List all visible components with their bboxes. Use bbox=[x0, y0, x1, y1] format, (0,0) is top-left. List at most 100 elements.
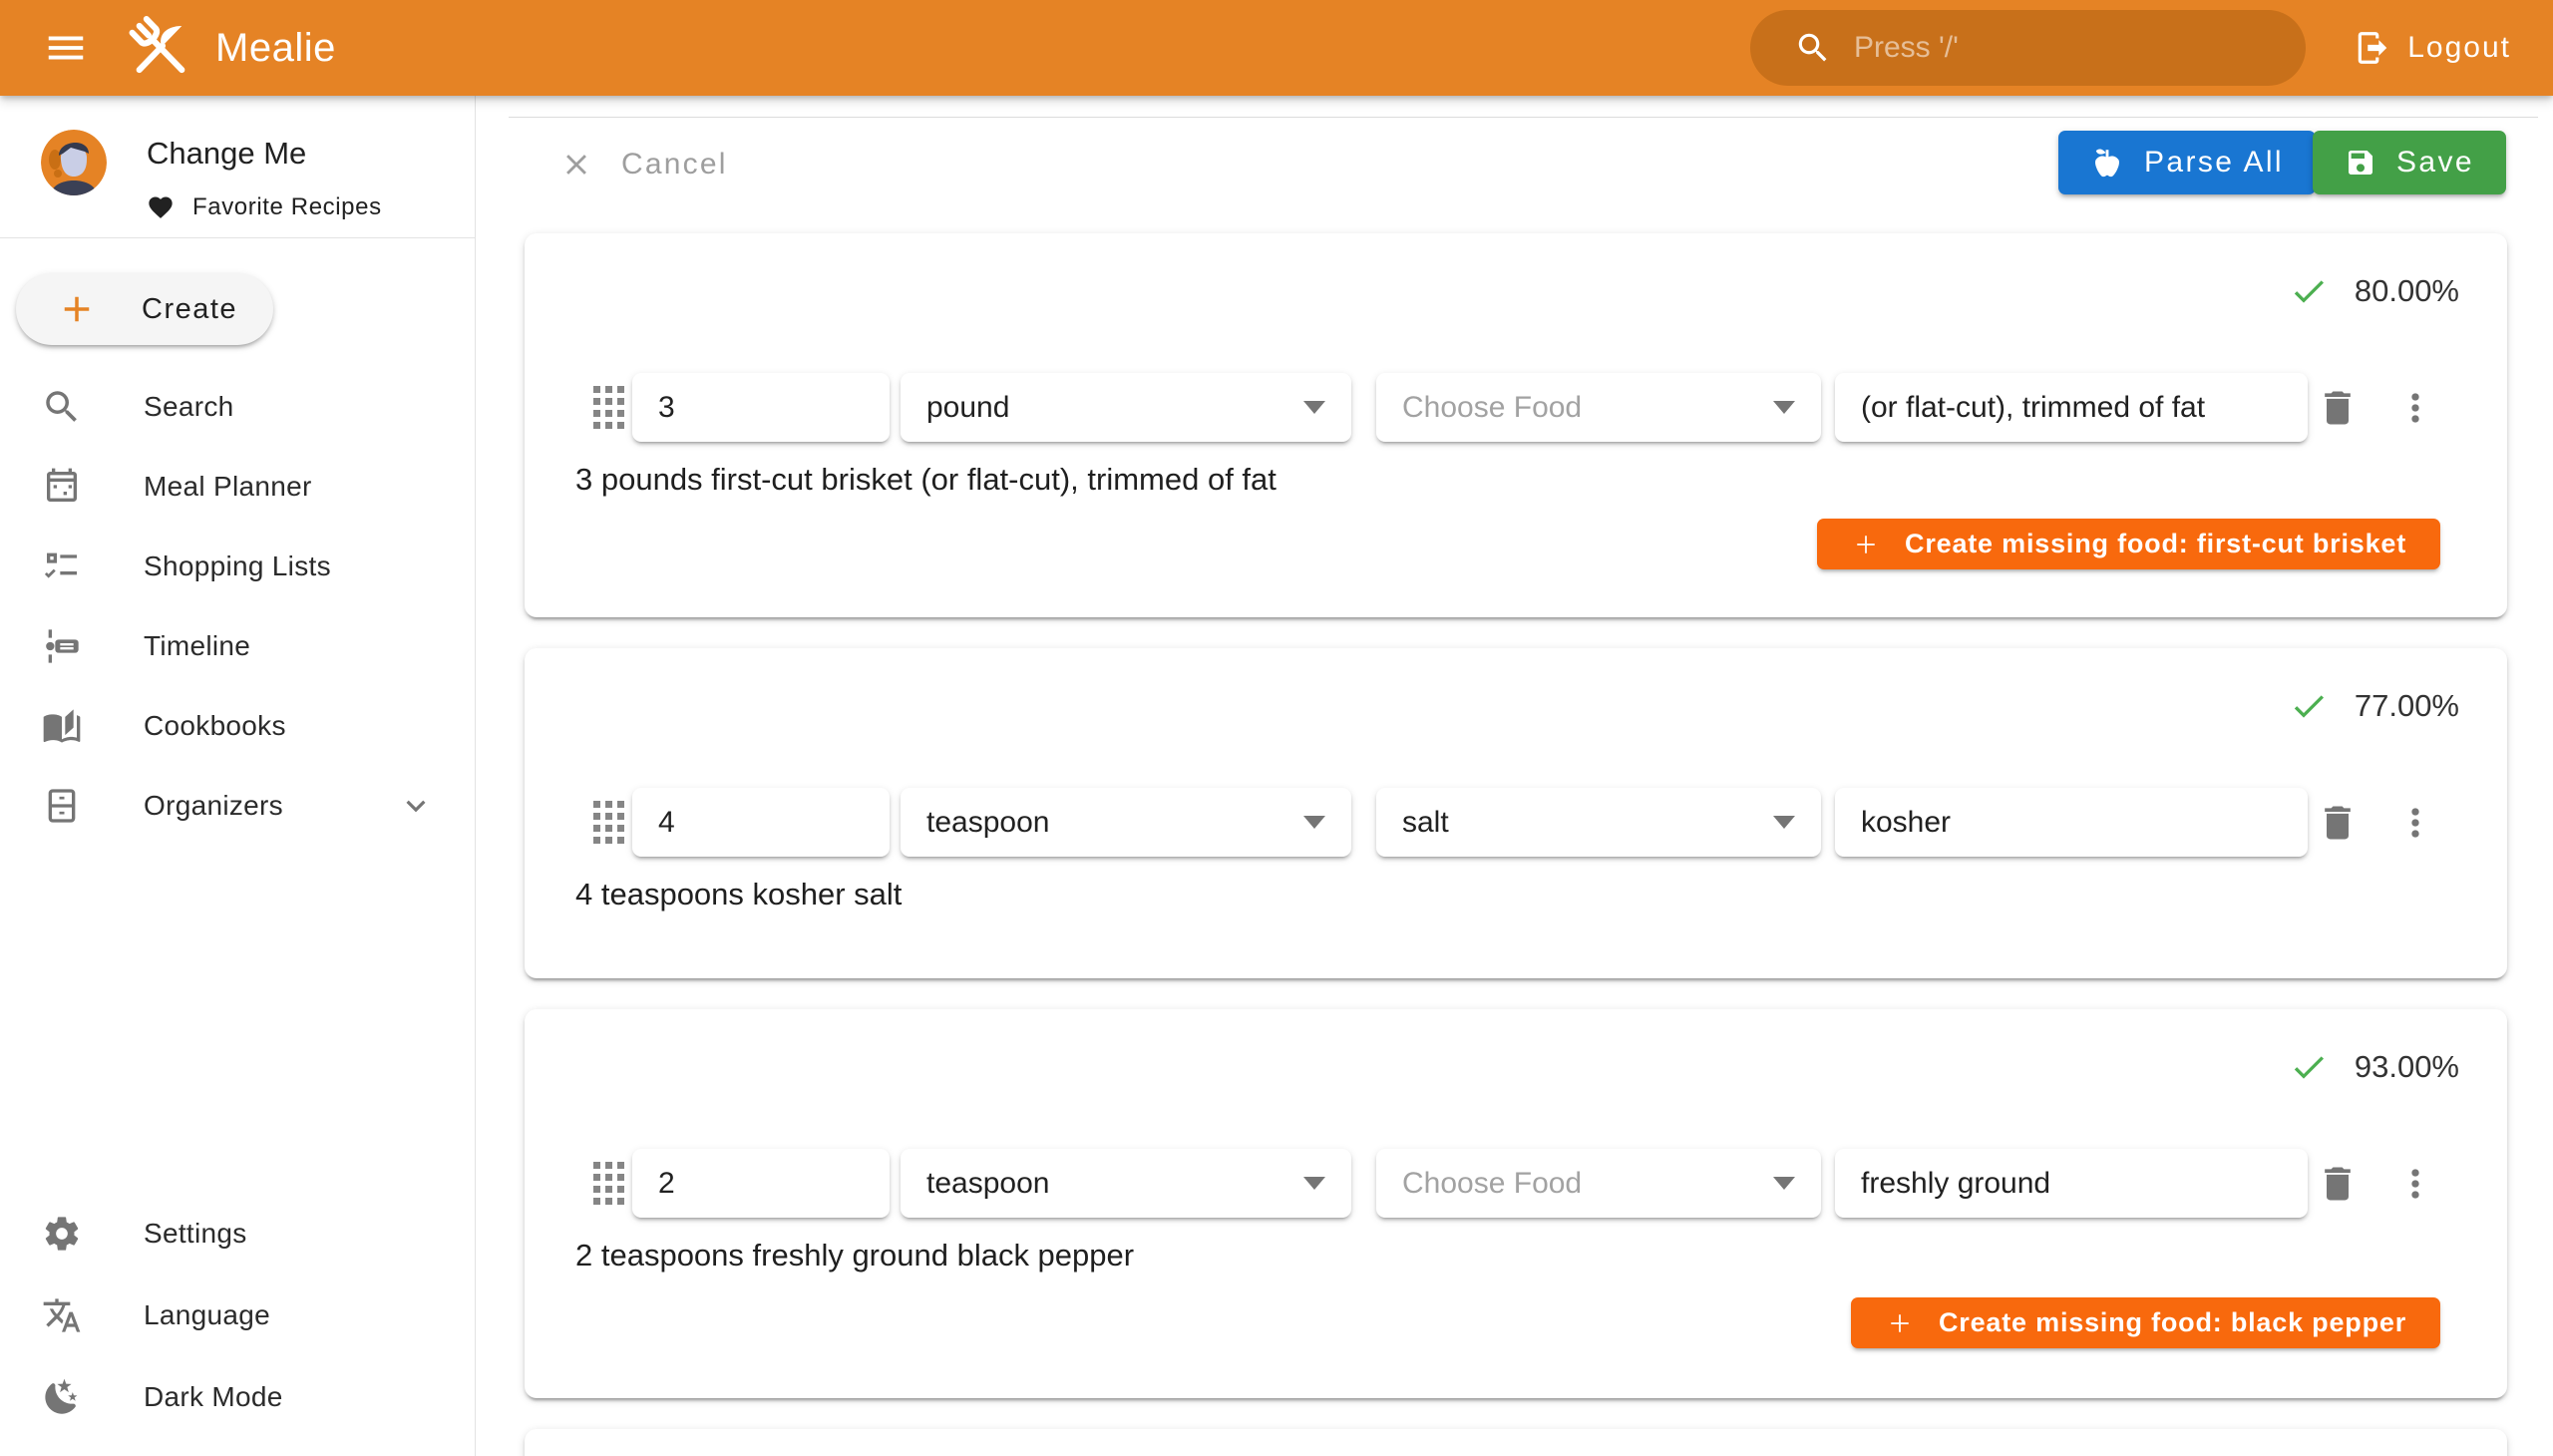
ingredient-card-partial bbox=[525, 1429, 2507, 1456]
unit-select[interactable]: teaspoon bbox=[901, 1149, 1351, 1218]
note-input[interactable] bbox=[1861, 1167, 2282, 1201]
cancel-button[interactable]: Cancel bbox=[546, 136, 742, 193]
quantity-input[interactable] bbox=[658, 806, 864, 840]
unit-value: teaspoon bbox=[926, 1167, 1049, 1201]
confidence-badge: 77.00% bbox=[2289, 686, 2459, 726]
search-input[interactable] bbox=[1854, 31, 2276, 65]
check-icon bbox=[2289, 271, 2329, 311]
confidence-value: 93.00% bbox=[2355, 1049, 2459, 1085]
kebab-icon bbox=[2393, 1162, 2437, 1206]
note-input[interactable] bbox=[1861, 806, 2282, 840]
quantity-field[interactable] bbox=[632, 788, 890, 857]
translate-icon bbox=[42, 1295, 82, 1335]
save-label: Save bbox=[2396, 146, 2474, 180]
more-options-button[interactable] bbox=[2393, 1162, 2437, 1206]
ingredient-card: 77.00% teaspoon salt bbox=[525, 648, 2507, 978]
main-content: Cancel Parse All Save 80.00% bbox=[476, 96, 2553, 1456]
food-select[interactable]: salt bbox=[1376, 788, 1821, 857]
food-select[interactable]: Choose Food bbox=[1376, 1149, 1821, 1218]
parse-all-button[interactable]: Parse All bbox=[2058, 131, 2316, 194]
favorites-label: Favorite Recipes bbox=[192, 193, 382, 221]
create-missing-food-label: Create missing food: black pepper bbox=[1939, 1307, 2406, 1338]
plus-icon bbox=[1851, 530, 1881, 559]
original-ingredient-text: 4 teaspoons kosher salt bbox=[575, 877, 902, 912]
chevron-down-icon[interactable] bbox=[397, 787, 435, 825]
drag-handle-icon[interactable] bbox=[593, 801, 624, 844]
original-ingredient-text: 3 pounds first-cut brisket (or flat-cut)… bbox=[575, 462, 1276, 498]
sidebar: Change Me Favorite Recipes Create Search… bbox=[0, 96, 476, 1456]
moon-icon bbox=[42, 1377, 82, 1417]
logout-button[interactable]: Logout bbox=[2342, 0, 2523, 96]
sidebar-nav: Search Meal Planner Shopping Lists Timel… bbox=[0, 367, 475, 846]
note-field[interactable] bbox=[1835, 1149, 2308, 1218]
sidebar-item-cookbooks[interactable]: Cookbooks bbox=[0, 686, 475, 766]
sidebar-item-search[interactable]: Search bbox=[0, 367, 475, 447]
favorite-recipes-link[interactable]: Favorite Recipes bbox=[147, 193, 382, 221]
sidebar-item-dark-mode[interactable]: Dark Mode bbox=[0, 1356, 475, 1438]
save-button[interactable]: Save bbox=[2313, 131, 2506, 194]
sidebar-item-language[interactable]: Language bbox=[0, 1274, 475, 1356]
quantity-field[interactable] bbox=[632, 1149, 890, 1218]
drag-handle-icon[interactable] bbox=[593, 386, 624, 429]
food-select[interactable]: Choose Food bbox=[1376, 373, 1821, 442]
note-field[interactable] bbox=[1835, 788, 2308, 857]
sidebar-footer-nav: Settings Language Dark Mode bbox=[0, 1193, 475, 1438]
heart-icon bbox=[147, 193, 175, 221]
sidebar-item-label: Organizers bbox=[144, 790, 283, 822]
caret-down-icon bbox=[1303, 401, 1325, 414]
quantity-input[interactable] bbox=[658, 1167, 864, 1201]
confidence-value: 77.00% bbox=[2355, 688, 2459, 724]
drag-handle-icon[interactable] bbox=[593, 1162, 624, 1205]
sidebar-item-label: Settings bbox=[144, 1218, 247, 1250]
caret-down-icon bbox=[1773, 401, 1795, 414]
timeline-icon bbox=[42, 626, 82, 666]
create-missing-food-button[interactable]: Create missing food: first-cut brisket bbox=[1817, 519, 2440, 569]
checklist-icon bbox=[42, 546, 82, 586]
user-text: Change Me Favorite Recipes bbox=[147, 130, 382, 221]
app-bar: Mealie Logout bbox=[0, 0, 2553, 96]
calendar-icon bbox=[42, 467, 82, 507]
avatar[interactable] bbox=[41, 130, 107, 195]
silverware-icon bbox=[126, 13, 195, 83]
sidebar-divider bbox=[0, 237, 475, 238]
delete-button[interactable] bbox=[2316, 801, 2360, 845]
delete-button[interactable] bbox=[2316, 1162, 2360, 1206]
trash-icon bbox=[2316, 386, 2360, 430]
sidebar-item-label: Search bbox=[144, 391, 234, 423]
unit-select[interactable]: teaspoon bbox=[901, 788, 1351, 857]
plus-icon bbox=[56, 288, 98, 330]
quantity-input[interactable] bbox=[658, 391, 864, 425]
book-icon bbox=[42, 706, 82, 746]
ingredient-card: 93.00% teaspoon Choose Food bbox=[525, 1009, 2507, 1398]
app-title: Mealie bbox=[215, 26, 336, 71]
sidebar-item-meal-planner[interactable]: Meal Planner bbox=[0, 447, 475, 527]
close-icon bbox=[559, 148, 593, 182]
create-missing-food-button[interactable]: Create missing food: black pepper bbox=[1851, 1297, 2440, 1348]
sidebar-item-timeline[interactable]: Timeline bbox=[0, 606, 475, 686]
cabinet-icon bbox=[42, 786, 82, 826]
menu-button[interactable] bbox=[38, 20, 94, 76]
create-button[interactable]: Create bbox=[16, 273, 273, 345]
caret-down-icon bbox=[1773, 1177, 1795, 1190]
note-input[interactable] bbox=[1861, 391, 2282, 425]
ingredient-fields-row: teaspoon salt bbox=[593, 788, 2437, 857]
food-placeholder: Choose Food bbox=[1402, 391, 1582, 425]
delete-button[interactable] bbox=[2316, 386, 2360, 430]
note-field[interactable] bbox=[1835, 373, 2308, 442]
unit-select[interactable]: pound bbox=[901, 373, 1351, 442]
search-bar[interactable] bbox=[1750, 10, 2306, 86]
user-section: Change Me Favorite Recipes bbox=[41, 130, 382, 221]
sidebar-item-settings[interactable]: Settings bbox=[0, 1193, 475, 1274]
sidebar-item-organizers[interactable]: Organizers bbox=[0, 766, 475, 846]
more-options-button[interactable] bbox=[2393, 801, 2437, 845]
quantity-field[interactable] bbox=[632, 373, 890, 442]
more-options-button[interactable] bbox=[2393, 386, 2437, 430]
ingredient-fields-row: teaspoon Choose Food bbox=[593, 1149, 2437, 1218]
search-icon bbox=[1794, 29, 1832, 67]
app-root: Mealie Logout Change Me bbox=[0, 0, 2553, 1456]
caret-down-icon bbox=[1303, 1177, 1325, 1190]
logout-label: Logout bbox=[2407, 31, 2511, 65]
magnify-icon bbox=[41, 386, 83, 428]
sidebar-item-label: Shopping Lists bbox=[144, 550, 331, 582]
sidebar-item-shopping-lists[interactable]: Shopping Lists bbox=[0, 527, 475, 606]
